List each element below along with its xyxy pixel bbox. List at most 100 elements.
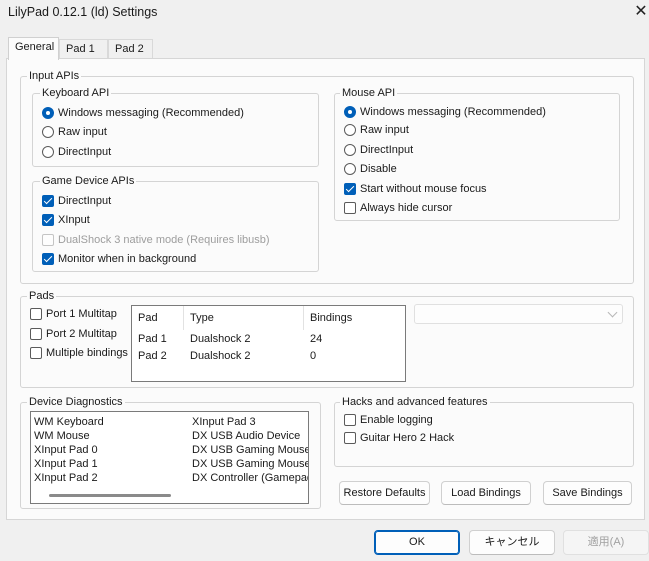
cancel-button[interactable]: キャンセル (469, 530, 555, 555)
checkbox-icon[interactable] (30, 308, 42, 320)
keyboard-radio-windows-messaging[interactable]: Windows messaging (Recommended) (42, 105, 244, 121)
pads-checkbox-port1-multitap[interactable]: Port 1 Multitap (30, 306, 117, 322)
checkbox-label: Always hide cursor (360, 202, 453, 214)
hacks-checkbox-guitar-hero-2[interactable]: Guitar Hero 2 Hack (344, 430, 454, 446)
checkbox-label: Multiple bindings (46, 347, 128, 359)
checkbox-checked-icon[interactable] (344, 183, 356, 195)
table-row[interactable]: Pad 2 Dualshock 2 0 (132, 348, 405, 365)
checkbox-label: XInput (58, 214, 90, 226)
column-header-type[interactable]: Type (184, 306, 304, 330)
radio-label: Windows messaging (Recommended) (360, 106, 546, 118)
keyboard-api-legend: Keyboard API (40, 87, 112, 100)
keyboard-radio-directinput[interactable]: DirectInput (42, 144, 111, 160)
mouse-radio-directinput[interactable]: DirectInput (344, 142, 413, 158)
checkbox-icon[interactable] (344, 202, 356, 214)
radio-icon[interactable] (42, 126, 54, 138)
pads-legend: Pads (27, 290, 57, 303)
checkbox-icon[interactable] (30, 328, 42, 340)
mouse-radio-windows-messaging[interactable]: Windows messaging (Recommended) (344, 104, 546, 120)
cell-type: Dualshock 2 (190, 333, 251, 345)
list-item[interactable]: XInput Pad 2 (34, 471, 98, 485)
checkbox-checked-icon[interactable] (42, 214, 54, 226)
restore-defaults-button[interactable]: Restore Defaults (339, 481, 430, 505)
title-bar: LilyPad 0.12.1 (ld) Settings ✕ (0, 0, 649, 26)
radio-icon[interactable] (42, 146, 54, 158)
checkbox-label: Monitor when in background (58, 253, 197, 265)
cell-pad: Pad 2 (138, 350, 167, 362)
radio-label: Raw input (360, 124, 409, 136)
hacks-legend: Hacks and advanced features (340, 396, 490, 409)
radio-icon[interactable] (344, 163, 356, 175)
tab-general[interactable]: General (8, 37, 59, 60)
mouse-checkbox-always-hide-cursor[interactable]: Always hide cursor (344, 200, 452, 216)
checkbox-label: Port 1 Multitap (46, 308, 117, 320)
chevron-down-icon (607, 307, 618, 318)
checkbox-label: DualShock 3 native mode (Requires libusb… (58, 234, 270, 246)
pads-checkbox-multiple-bindings[interactable]: Multiple bindings (30, 345, 128, 361)
checkbox-label: Enable logging (360, 414, 433, 426)
list-item[interactable]: WM Keyboard (34, 415, 104, 429)
list-item[interactable]: DX USB Gaming Mouse (192, 457, 308, 471)
list-item[interactable]: XInput Pad 1 (34, 457, 98, 471)
cell-type: Dualshock 2 (190, 350, 251, 362)
list-item[interactable]: XInput Pad 3 (192, 415, 256, 429)
radio-icon[interactable] (344, 144, 356, 156)
column-header-pad[interactable]: Pad (132, 306, 184, 330)
keyboard-radio-raw-input[interactable]: Raw input (42, 124, 107, 140)
load-bindings-button[interactable]: Load Bindings (441, 481, 531, 505)
mouse-checkbox-start-without-focus[interactable]: Start without mouse focus (344, 181, 487, 197)
radio-label: Windows messaging (Recommended) (58, 107, 244, 119)
column-header-bindings[interactable]: Bindings (304, 306, 405, 330)
game-device-checkbox-dualshock3: DualShock 3 native mode (Requires libusb… (42, 232, 270, 248)
pads-checkbox-port2-multitap[interactable]: Port 2 Multitap (30, 326, 117, 342)
ok-button[interactable]: OK (374, 530, 460, 555)
checkbox-checked-icon[interactable] (42, 195, 54, 207)
list-item[interactable]: DX USB Audio Device (192, 429, 300, 443)
game-device-apis-group: Game Device APIs DirectInput XInput Dual… (32, 175, 319, 272)
tab-pad-1[interactable]: Pad 1 (59, 39, 108, 59)
mouse-radio-disable[interactable]: Disable (344, 161, 397, 177)
radio-selected-icon[interactable] (42, 107, 54, 119)
apply-button: 適用(A) (563, 530, 649, 555)
radio-icon[interactable] (344, 124, 356, 136)
horizontal-scrollbar-thumb[interactable] (49, 494, 171, 497)
radio-label: Disable (360, 163, 397, 175)
pads-list-header: Pad Type Bindings (132, 306, 405, 330)
mouse-api-legend: Mouse API (340, 87, 398, 100)
list-item[interactable]: WM Mouse (34, 429, 90, 443)
game-device-checkbox-xinput[interactable]: XInput (42, 212, 90, 228)
checkbox-label: Port 2 Multitap (46, 328, 117, 340)
checkbox-label: DirectInput (58, 195, 112, 207)
input-apis-legend: Input APIs (27, 70, 82, 83)
radio-label: DirectInput (58, 146, 112, 158)
save-bindings-button[interactable]: Save Bindings (543, 481, 632, 505)
mouse-radio-raw-input[interactable]: Raw input (344, 122, 409, 138)
checkbox-label: Guitar Hero 2 Hack (360, 432, 455, 444)
keyboard-api-group: Keyboard API Windows messaging (Recommen… (32, 87, 319, 167)
list-item[interactable]: XInput Pad 0 (34, 443, 98, 457)
hacks-checkbox-enable-logging[interactable]: Enable logging (344, 412, 433, 428)
checkbox-icon[interactable] (344, 432, 356, 444)
window-title: LilyPad 0.12.1 (ld) Settings (8, 5, 158, 19)
radio-selected-icon[interactable] (344, 106, 356, 118)
pad-type-combo[interactable] (414, 304, 623, 324)
device-diagnostics-list[interactable]: WM Keyboard WM Mouse XInput Pad 0 XInput… (30, 411, 309, 504)
list-item[interactable]: DX Controller (Gamepad (192, 471, 308, 485)
device-diagnostics-legend: Device Diagnostics (27, 396, 125, 409)
list-item[interactable]: DX USB Gaming Mouse (192, 443, 308, 457)
checkbox-checked-icon[interactable] (42, 253, 54, 265)
game-device-checkbox-directinput[interactable]: DirectInput (42, 193, 111, 209)
mouse-api-group: Mouse API Windows messaging (Recommended… (334, 87, 620, 221)
pads-list-view[interactable]: Pad Type Bindings Pad 1 Dualshock 2 24 P… (131, 305, 406, 382)
close-icon[interactable]: ✕ (632, 2, 649, 22)
checkbox-icon[interactable] (30, 347, 42, 359)
cell-bindings: 0 (310, 350, 317, 362)
radio-label: Raw input (58, 126, 107, 138)
table-row[interactable]: Pad 1 Dualshock 2 24 (132, 331, 405, 348)
cell-pad: Pad 1 (138, 333, 167, 345)
checkbox-icon[interactable] (344, 414, 356, 426)
game-device-checkbox-monitor-background[interactable]: Monitor when in background (42, 251, 196, 267)
tab-pad-2[interactable]: Pad 2 (108, 39, 153, 59)
checkbox-label: Start without mouse focus (360, 183, 487, 195)
radio-label: DirectInput (360, 144, 414, 156)
